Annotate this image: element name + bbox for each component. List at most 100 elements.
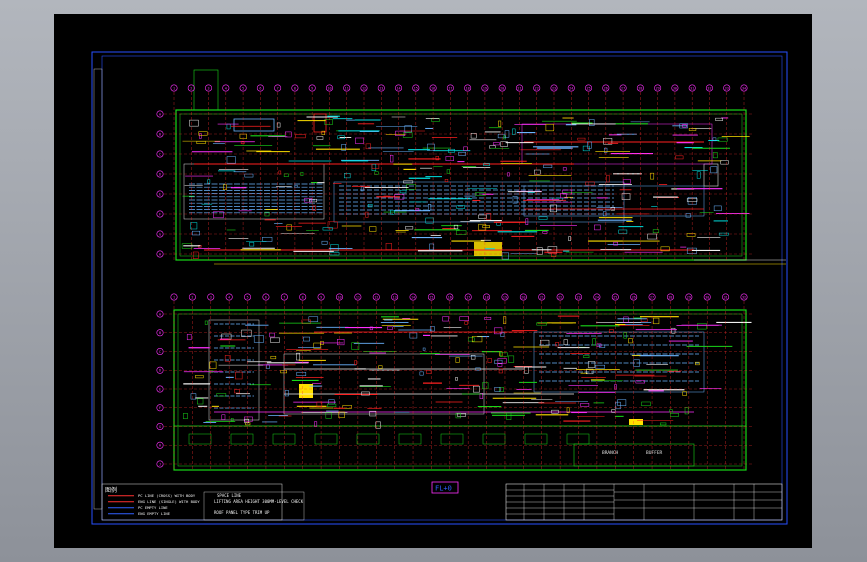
equipment-block	[295, 134, 306, 139]
equipment-block	[269, 332, 275, 338]
column-label: 11	[356, 295, 360, 299]
equipment-block	[503, 316, 507, 324]
equipment-block	[402, 132, 413, 138]
equipment-block	[378, 365, 383, 369]
equipment-block	[385, 243, 392, 250]
equipment-block	[684, 407, 689, 415]
column-label: 12	[362, 86, 366, 90]
equipment-block	[482, 382, 489, 390]
equipment-block	[536, 247, 543, 255]
equipment-block	[431, 118, 440, 122]
cad-viewport[interactable]: 1 2 3 4 5 6 7 8 9 10 11 12 13 14 15 16 17 18 19 20 21 22 23 24 2…	[0, 0, 867, 562]
column-label: 16	[431, 86, 435, 90]
equipment-block	[197, 398, 204, 405]
office-room	[524, 433, 548, 445]
equipment-block	[712, 152, 718, 159]
column-label: 27	[621, 86, 625, 90]
equipment-block	[468, 337, 475, 342]
column-label: 1	[173, 295, 175, 299]
office-room	[566, 433, 590, 445]
column-label: 18	[466, 86, 470, 90]
column-label: 26	[604, 86, 608, 90]
equipment-block	[369, 226, 377, 232]
equipment-block	[371, 163, 380, 169]
office-room	[482, 433, 506, 445]
equipment-block	[534, 169, 541, 175]
floor-label: FL+0	[435, 485, 452, 493]
equipment-block	[221, 333, 232, 340]
equipment-block	[583, 355, 590, 358]
equipment-block	[285, 131, 292, 138]
equipment-block	[464, 321, 468, 325]
column-label: 9	[320, 295, 322, 299]
equipment-block	[204, 320, 208, 325]
equipment-block	[617, 399, 627, 406]
column-label: 33	[725, 86, 729, 90]
equipment-block	[371, 164, 377, 171]
legend-title: 图例	[105, 486, 117, 494]
column-label: 29	[656, 86, 660, 90]
equipment-block	[484, 317, 492, 320]
equipment-block	[493, 142, 500, 146]
equipment-block	[670, 413, 679, 417]
column-label: 6	[265, 295, 267, 299]
drawing-sheet[interactable]: 1 2 3 4 5 6 7 8 9 10 11 12 13 14 15 16 17 18 19 20 21 22 23 24 2…	[54, 14, 812, 548]
column-label: 19	[503, 295, 507, 299]
column-label: 4	[228, 295, 230, 299]
equipment-block	[189, 119, 199, 127]
equipment-block	[562, 167, 567, 171]
equipment-block	[399, 189, 407, 194]
equipment-block	[395, 130, 406, 136]
equipment-block	[623, 316, 629, 323]
column-label: 32	[742, 295, 746, 299]
equipment-block	[365, 211, 369, 218]
column-label: 4	[225, 86, 227, 90]
legend-item-label: ENG EMPTY LINE	[138, 511, 171, 516]
equipment-block	[270, 355, 277, 360]
office-room	[272, 433, 296, 445]
column-label: 14	[396, 86, 400, 90]
equipment-block	[239, 133, 247, 139]
equipment-block	[458, 151, 466, 156]
equipment-block	[286, 224, 292, 231]
column-label: 24	[569, 86, 573, 90]
equipment-block	[390, 154, 394, 163]
column-label: 5	[242, 86, 244, 90]
equipment-block	[543, 164, 553, 168]
equipment-block	[406, 184, 417, 190]
equipment-block	[717, 137, 728, 142]
column-label: 20	[500, 86, 504, 90]
equipment-block	[618, 229, 628, 234]
equipment-block	[190, 222, 198, 230]
column-label: 30	[673, 86, 677, 90]
equipment-block	[463, 146, 468, 151]
equipment-block	[442, 316, 449, 322]
equipment-block	[482, 225, 490, 228]
equipment-block	[675, 155, 684, 160]
equipment-block	[235, 371, 243, 380]
row-label: B	[159, 132, 161, 136]
note-1: SPACE LINE	[217, 493, 242, 498]
column-label: 17	[448, 86, 452, 90]
row-label: G	[159, 425, 161, 429]
lower-conveyor-lines	[183, 315, 752, 445]
equipment-block	[244, 173, 254, 178]
equipment-block	[599, 344, 606, 348]
row-label: A	[159, 112, 161, 116]
equipment-block	[284, 390, 289, 397]
equipment-block	[455, 357, 460, 363]
equipment-block	[508, 355, 515, 363]
equipment-block	[695, 361, 700, 366]
column-label: 13	[379, 86, 383, 90]
zone-label-branch: BRANCH	[602, 450, 619, 456]
equipment-block	[671, 327, 676, 334]
equipment-block	[486, 213, 492, 221]
equipment-block	[207, 179, 211, 184]
row-label: C	[159, 152, 161, 156]
column-label: 26	[632, 295, 636, 299]
row-label: D	[159, 369, 161, 373]
row-label: E	[159, 192, 161, 196]
column-label: 29	[687, 295, 691, 299]
equipment-block	[592, 338, 596, 346]
equipment-block	[652, 229, 660, 234]
